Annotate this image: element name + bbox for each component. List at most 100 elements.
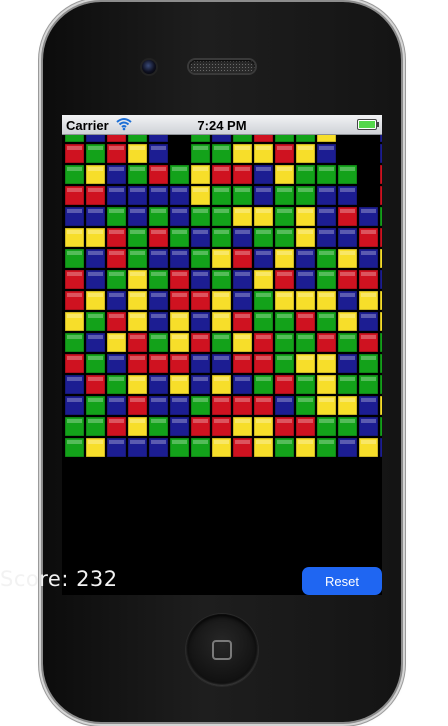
- tile-highlight: [193, 188, 208, 192]
- tile-highlight: [298, 146, 313, 150]
- tile-highlight: [319, 251, 334, 255]
- tile-highlight: [298, 293, 313, 297]
- tile-highlight: [67, 314, 82, 318]
- tile-highlight: [319, 167, 334, 171]
- tile-highlight: [298, 377, 313, 381]
- tile-highlight: [319, 293, 334, 297]
- game-tile[interactable]: [85, 135, 106, 143]
- tile-highlight: [172, 356, 187, 360]
- game-board[interactable]: [62, 135, 382, 495]
- game-tile[interactable]: [379, 332, 382, 353]
- tile-highlight: [88, 230, 103, 234]
- tile-highlight: [193, 146, 208, 150]
- tile-highlight: [130, 419, 145, 423]
- tile-highlight: [151, 167, 166, 171]
- tile-highlight: [172, 335, 187, 339]
- tile-highlight: [361, 377, 376, 381]
- game-tile[interactable]: [379, 374, 382, 395]
- tile-highlight: [109, 272, 124, 276]
- tile-highlight: [256, 188, 271, 192]
- game-tile[interactable]: [148, 135, 169, 143]
- tile-highlight: [130, 398, 145, 402]
- tile-highlight: [151, 188, 166, 192]
- tile-highlight: [277, 314, 292, 318]
- game-tile[interactable]: [379, 206, 382, 227]
- game-tile[interactable]: [379, 227, 382, 248]
- tile-highlight: [277, 146, 292, 150]
- tile-highlight: [319, 272, 334, 276]
- tile-highlight: [256, 314, 271, 318]
- tile-highlight: [193, 398, 208, 402]
- tile-highlight: [235, 167, 250, 171]
- tile-highlight: [214, 272, 229, 276]
- game-tile[interactable]: [274, 135, 295, 143]
- game-tile[interactable]: [379, 311, 382, 332]
- tile-highlight: [88, 167, 103, 171]
- tile-highlight: [151, 314, 166, 318]
- tile-highlight: [109, 440, 124, 444]
- game-tile[interactable]: [379, 395, 382, 416]
- earpiece-speaker: [189, 60, 255, 73]
- tile-highlight: [319, 356, 334, 360]
- home-square-icon: [212, 640, 232, 660]
- tile-highlight: [340, 272, 355, 276]
- tile-highlight: [109, 398, 124, 402]
- tile-highlight: [67, 335, 82, 339]
- tile-highlight: [235, 377, 250, 381]
- game-tile[interactable]: [379, 353, 382, 374]
- tile-highlight: [340, 440, 355, 444]
- game-tile[interactable]: [379, 269, 382, 290]
- tile-highlight: [256, 293, 271, 297]
- tile-highlight: [214, 146, 229, 150]
- tile-highlight: [151, 335, 166, 339]
- home-button[interactable]: [186, 614, 258, 686]
- game-tile[interactable]: [64, 135, 85, 143]
- game-tile[interactable]: [232, 135, 253, 143]
- tile-highlight: [319, 419, 334, 423]
- game-tile[interactable]: [295, 135, 316, 143]
- tile-highlight: [67, 251, 82, 255]
- tile-highlight: [130, 314, 145, 318]
- screen: Carrier 7:24 PM: [62, 115, 382, 595]
- tile-highlight: [130, 440, 145, 444]
- tile-highlight: [214, 440, 229, 444]
- tile-highlight: [109, 356, 124, 360]
- game-tile[interactable]: [379, 185, 382, 206]
- tile-highlight: [109, 314, 124, 318]
- tile-highlight: [235, 398, 250, 402]
- game-tile[interactable]: [211, 135, 232, 143]
- tile-highlight: [109, 209, 124, 213]
- game-tile[interactable]: [379, 164, 382, 185]
- tile-highlight: [340, 377, 355, 381]
- game-tile[interactable]: [127, 135, 148, 143]
- tile-highlight: [172, 440, 187, 444]
- tile-highlight: [256, 335, 271, 339]
- game-tile[interactable]: [379, 290, 382, 311]
- game-tile[interactable]: [379, 437, 382, 458]
- tile-highlight: [151, 251, 166, 255]
- game-tile[interactable]: [379, 143, 382, 164]
- game-tile[interactable]: [316, 135, 337, 143]
- tile-highlight: [67, 146, 82, 150]
- tile-highlight: [277, 335, 292, 339]
- tile-highlight: [151, 272, 166, 276]
- game-tile[interactable]: [253, 135, 274, 143]
- tile-highlight: [277, 209, 292, 213]
- reset-button[interactable]: Reset: [302, 567, 382, 595]
- game-tile[interactable]: [379, 416, 382, 437]
- game-tile[interactable]: [106, 135, 127, 143]
- tile-highlight: [109, 419, 124, 423]
- tile-highlight: [130, 209, 145, 213]
- tile-highlight: [88, 188, 103, 192]
- tile-highlight: [109, 230, 124, 234]
- tile-highlight: [88, 272, 103, 276]
- tile-highlight: [277, 272, 292, 276]
- game-tile[interactable]: [379, 135, 382, 143]
- tile-highlight: [277, 419, 292, 423]
- tile-highlight: [235, 272, 250, 276]
- game-tile[interactable]: [379, 248, 382, 269]
- game-tile[interactable]: [190, 135, 211, 143]
- tile-highlight: [298, 251, 313, 255]
- tile-highlight: [256, 419, 271, 423]
- tile-highlight: [130, 230, 145, 234]
